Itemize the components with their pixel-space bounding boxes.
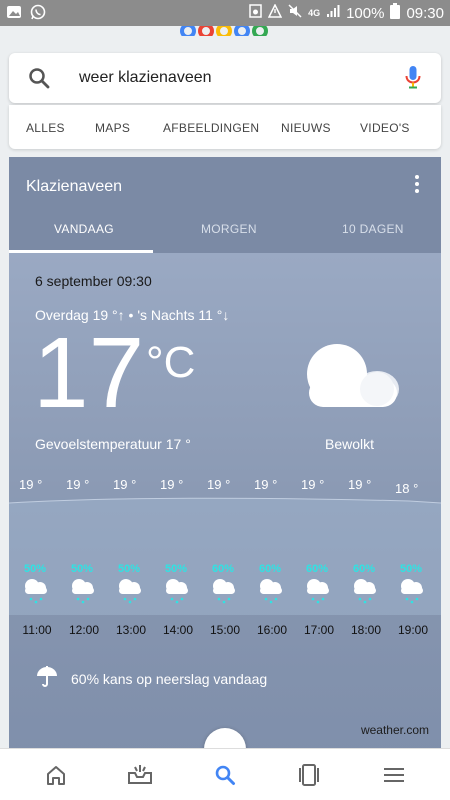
status-time: 09:30 <box>406 4 444 22</box>
hourly-precipitation: 50% <box>23 563 47 575</box>
hourly-precipitation: 50% <box>117 563 141 575</box>
mute-icon <box>288 4 302 22</box>
weather-card: Klazienaveen VANDAAG MORGEN 10 DAGEN 6 s… <box>9 157 441 757</box>
search-icon[interactable] <box>213 763 237 792</box>
rain-cloud-icon <box>350 575 380 610</box>
search-icon[interactable] <box>27 66 51 95</box>
rain-cloud-icon <box>397 575 427 610</box>
location-title: Klazienaveen <box>26 178 123 195</box>
tab-10-dagen[interactable]: 10 DAGEN <box>342 222 404 236</box>
hourly-time: 13:00 <box>115 623 147 637</box>
photo-icon <box>249 4 262 22</box>
tab-morgen[interactable]: MORGEN <box>201 222 257 236</box>
date-time: 6 september 09:30 <box>35 273 152 289</box>
tab-videos[interactable]: VIDEO'S <box>360 121 410 135</box>
whatsapp-icon <box>30 4 46 25</box>
hourly-temperature: 19 ° <box>113 477 137 492</box>
bottom-navigation <box>0 748 450 800</box>
tab-vandaag[interactable]: VANDAAG <box>54 222 114 236</box>
hourly-precipitation: 60% <box>258 563 282 575</box>
rain-cloud-icon <box>68 575 98 610</box>
hourly-precipitation: 50% <box>164 563 188 575</box>
google-logo <box>180 26 280 36</box>
hourly-temperature: 19 ° <box>301 477 325 492</box>
weather-card-body: 6 september 09:30 Overdag 19 °↑ • 's Nac… <box>9 253 441 757</box>
tab-afbeeldingen[interactable]: AFBEELDINGEN <box>163 121 259 135</box>
hourly-time: 17:00 <box>303 623 335 637</box>
hourly-time: 18:00 <box>350 623 382 637</box>
hourly-forecast[interactable]: 19 ° 50% 11:00 19 ° 50% 12:00 19 ° 50% 13:00 19 °… <box>9 477 441 657</box>
umbrella-icon <box>35 665 59 692</box>
battery-percentage: 100% <box>346 4 385 22</box>
hourly-temperature: 19 ° <box>254 477 278 492</box>
hourly-time: 15:00 <box>209 623 241 637</box>
hourly-time: 12:00 <box>68 623 100 637</box>
hourly-temperature: 19 ° <box>19 477 43 492</box>
hourly-time: 19:00 <box>397 623 429 637</box>
network-type: 4G <box>308 8 321 18</box>
rain-cloud-icon <box>303 575 333 610</box>
precipitation-text: 60% kans op neerslag vandaag <box>71 670 268 687</box>
status-bar: 4G 100% 09:30 <box>0 0 450 26</box>
rain-cloud-icon <box>21 575 51 610</box>
search-box[interactable]: weer klazienaveen <box>9 53 441 103</box>
source-link[interactable]: weather.com <box>361 723 429 737</box>
more-options-icon[interactable] <box>415 175 419 196</box>
signal-icon <box>326 4 340 22</box>
microphone-icon[interactable] <box>405 65 421 96</box>
battery-icon <box>390 3 401 23</box>
tab-nieuws[interactable]: NIEUWS <box>281 121 331 135</box>
rain-cloud-icon <box>115 575 145 610</box>
rain-cloud-icon <box>256 575 286 610</box>
temperature-unit: °C <box>146 338 196 387</box>
hourly-temperature: 19 ° <box>160 477 184 492</box>
weather-card-header: Klazienaveen VANDAAG MORGEN 10 DAGEN <box>9 157 441 253</box>
tabs-icon[interactable] <box>297 763 321 792</box>
alert-icon <box>267 3 283 22</box>
hourly-precipitation: 50% <box>70 563 94 575</box>
precipitation-summary: 60% kans op neerslag vandaag <box>35 665 267 692</box>
current-temperature: 17 <box>33 317 145 429</box>
cloudy-icon <box>299 341 409 426</box>
search-tabs: ALLES MAPS AFBEELDINGEN NIEUWS VIDEO'S <box>9 105 441 149</box>
rain-cloud-icon <box>209 575 239 610</box>
weather-condition: Bewolkt <box>325 436 375 452</box>
rain-cloud-icon <box>162 575 192 610</box>
hourly-temperature: 18 ° <box>395 481 419 496</box>
hourly-temperature: 19 ° <box>66 477 90 492</box>
hourly-time: 11:00 <box>22 623 52 637</box>
hourly-temperature: 19 ° <box>348 477 372 492</box>
hourly-temperature: 19 ° <box>207 477 231 492</box>
tab-alles[interactable]: ALLES <box>26 121 65 135</box>
hourly-precipitation: 50% <box>399 563 423 575</box>
hourly-time: 14:00 <box>162 623 194 637</box>
inbox-icon[interactable] <box>127 763 153 792</box>
image-icon <box>6 4 22 25</box>
hourly-precipitation: 60% <box>352 563 376 575</box>
search-input[interactable]: weer klazienaveen <box>79 69 212 87</box>
feels-like: Gevoelstemperatuur 17 ° <box>35 436 191 452</box>
hourly-precipitation: 60% <box>211 563 235 575</box>
hourly-precipitation: 60% <box>305 563 329 575</box>
tab-maps[interactable]: MAPS <box>95 121 130 135</box>
hourly-time: 16:00 <box>256 623 288 637</box>
menu-icon[interactable] <box>382 763 406 792</box>
home-icon[interactable] <box>44 763 68 792</box>
